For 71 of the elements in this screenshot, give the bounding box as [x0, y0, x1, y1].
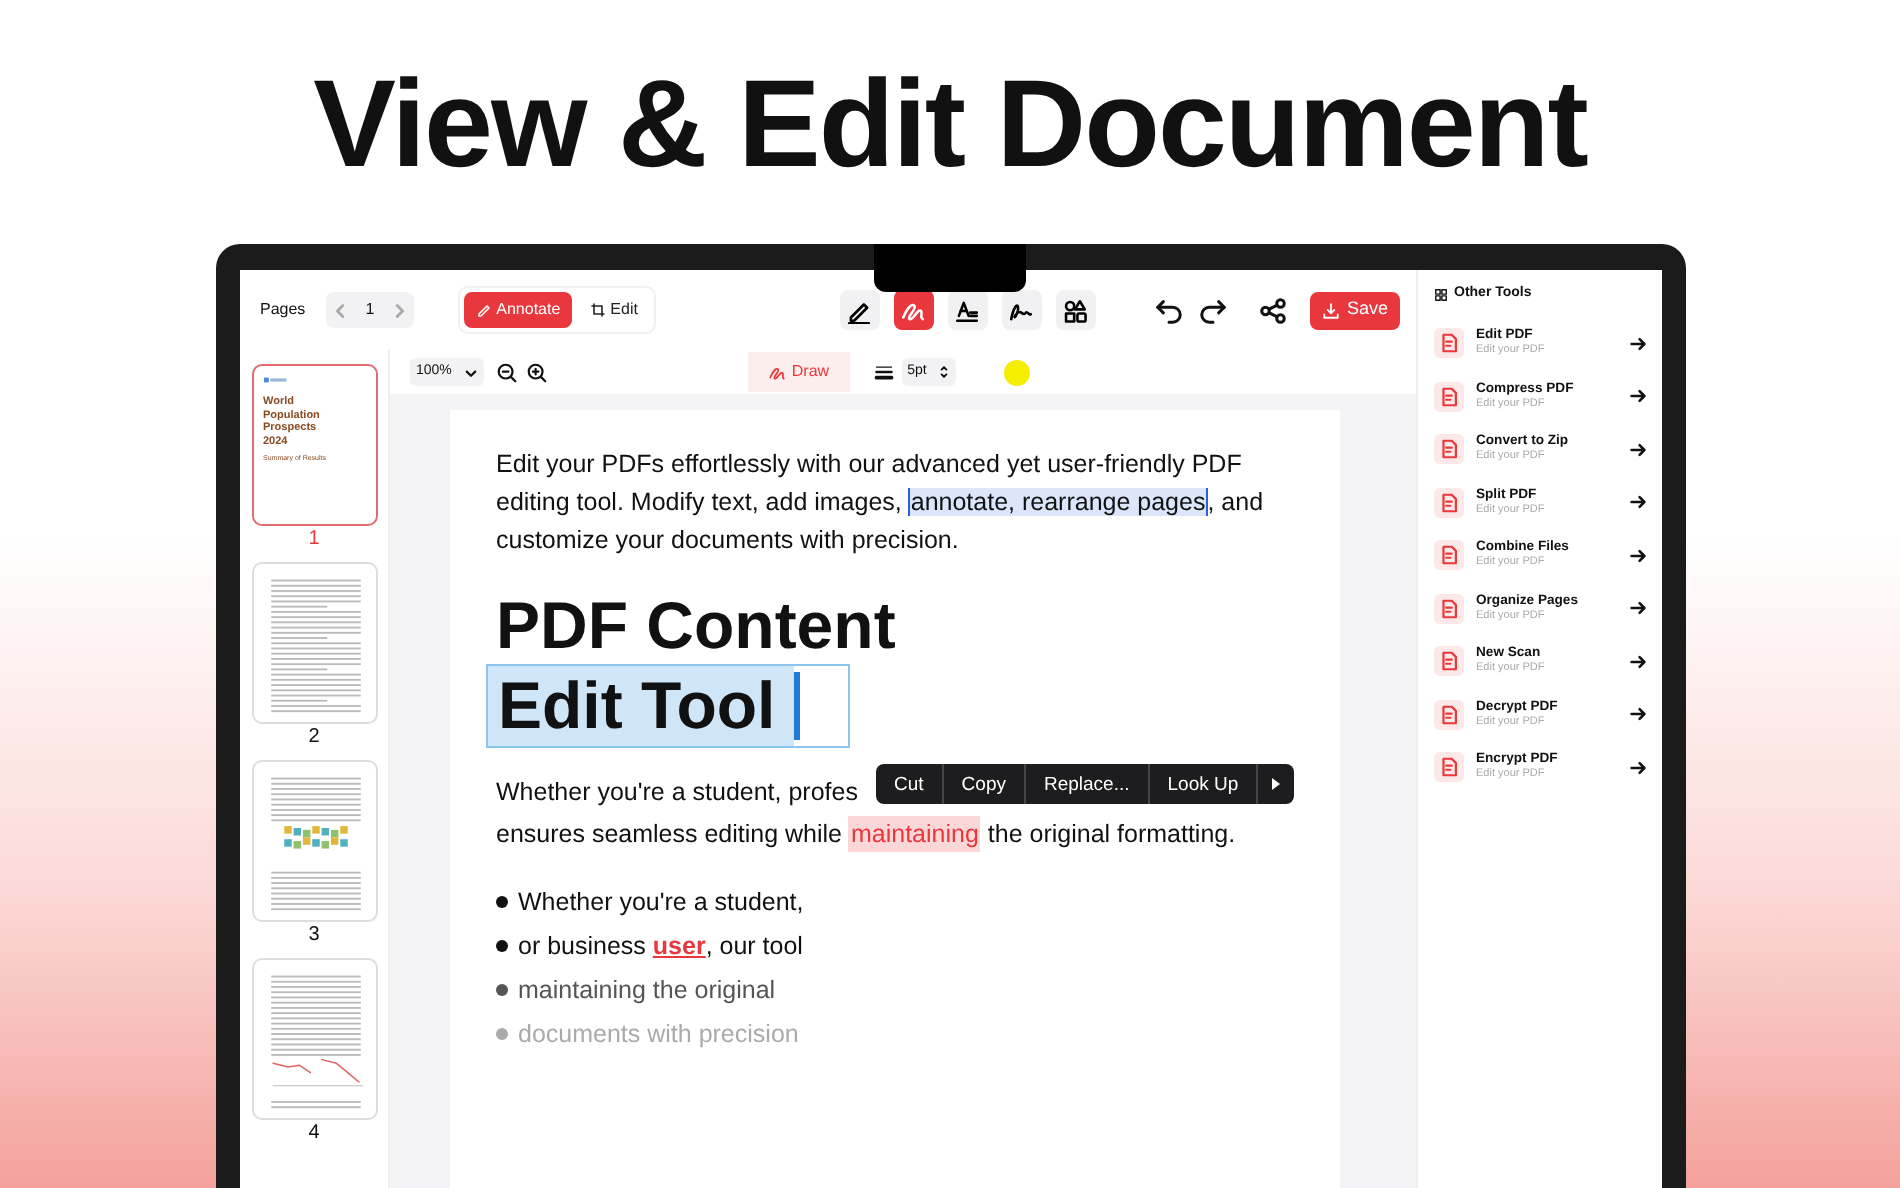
redo-icon[interactable]	[1198, 295, 1229, 325]
annotate-button[interactable]: Annotate	[464, 292, 573, 328]
scribble-icon	[767, 363, 786, 381]
list-item: maintaining the original	[518, 974, 776, 1008]
signature-button[interactable]	[1001, 290, 1042, 330]
stepper-icon	[938, 362, 951, 382]
crop-icon	[590, 302, 607, 318]
scribble-button[interactable]	[893, 290, 934, 330]
bullet-icon	[496, 940, 508, 952]
heading: PDF Content	[496, 588, 898, 664]
menu-item[interactable]: Replace...	[1025, 764, 1150, 804]
page-thumbnail[interactable]	[251, 958, 377, 1120]
document-icon	[1434, 593, 1464, 624]
document-icon	[1434, 434, 1464, 465]
download-icon	[1322, 301, 1341, 319]
page-number: 4	[308, 1120, 320, 1148]
pen-icon[interactable]	[846, 297, 873, 323]
paragraph: Edit your PDFs effortlessly with our advanced yet user-friendly PDF editing tool. Modify text, add images, annotate, rearrange pages, and customize your documents with precision.	[496, 448, 1266, 558]
line-weight-icon[interactable]	[873, 362, 894, 382]
text-format-icon[interactable]	[954, 297, 981, 323]
document-icon	[1434, 381, 1464, 412]
more-icon[interactable]	[1268, 776, 1285, 792]
document-icon	[1434, 540, 1464, 571]
pencil-icon	[476, 302, 493, 318]
document-icon	[1434, 646, 1464, 677]
page-number: 3	[308, 922, 320, 950]
document-icon	[1434, 328, 1464, 359]
arrow-right-icon	[1630, 600, 1646, 617]
caret-icon	[463, 365, 478, 379]
arrow-right-icon	[1630, 759, 1646, 776]
page-thumbnail[interactable]	[251, 562, 377, 724]
headline: View & Edit Document	[311, 54, 1590, 198]
text-format-button[interactable]	[947, 290, 988, 330]
pen-button[interactable]	[839, 290, 880, 330]
document-icon	[1434, 752, 1464, 783]
undo-icon[interactable]	[1154, 295, 1185, 325]
arrow-right-icon	[1630, 706, 1646, 723]
menu-item[interactable]: Cut	[876, 764, 944, 804]
list-item: documents with precision	[518, 1018, 799, 1052]
page-thumbnail[interactable]	[251, 760, 377, 922]
page-number: 1	[363, 298, 377, 322]
save-button[interactable]: Save	[1310, 291, 1400, 329]
bullet-icon	[496, 1028, 508, 1040]
arrow-right-icon	[1630, 494, 1646, 511]
arrow-right-icon	[1630, 547, 1646, 564]
page-number: 2	[308, 724, 320, 752]
document-icon	[1434, 699, 1464, 730]
shapes-icon[interactable]	[1062, 297, 1089, 323]
edit-button[interactable]: Edit	[578, 292, 650, 328]
share-icon[interactable]	[1258, 295, 1289, 325]
draw-button[interactable]: Draw	[747, 352, 850, 392]
grid-icon	[1434, 287, 1448, 302]
arrow-right-icon	[1630, 388, 1646, 405]
menu-item[interactable]: Look Up	[1149, 764, 1259, 804]
selected-heading[interactable]: Edit Tool	[486, 664, 850, 748]
paragraph-line: Whether you're a student, profes	[496, 776, 858, 810]
arrow-right-icon	[1630, 335, 1646, 352]
bullet-icon	[496, 984, 508, 996]
list-item: Whether you're a student,	[518, 886, 804, 920]
arrow-right-icon	[1630, 653, 1646, 670]
arrow-right-icon	[1630, 441, 1646, 458]
color-swatch[interactable]	[1004, 359, 1031, 385]
pages-label: Pages	[260, 298, 306, 322]
list-item: or business user, our tool	[518, 930, 803, 964]
bullet-icon	[496, 896, 508, 908]
paragraph: ensures seamless editing while maintaining the original formatting.	[496, 814, 1238, 856]
document-icon	[1434, 487, 1464, 518]
menu-item[interactable]: Copy	[943, 764, 1026, 804]
shapes-button[interactable]	[1055, 290, 1096, 330]
page-number: 1	[308, 526, 320, 554]
text-cursor	[793, 672, 800, 740]
